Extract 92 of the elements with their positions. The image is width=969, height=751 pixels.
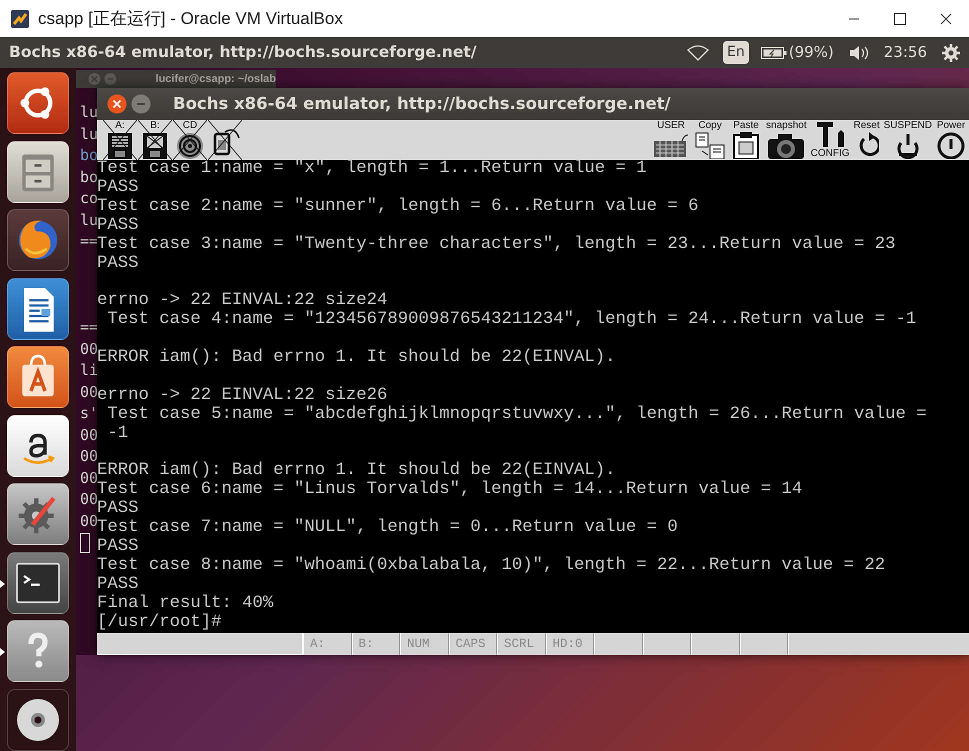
status-cell: B: (352, 633, 400, 655)
screen-line: PASS (97, 178, 138, 198)
screen-line: Test case 4:name = "123456789009876543211234", length = 24...Return value = -1 (106, 311, 916, 330)
toolbar-button[interactable]: Reset (852, 120, 881, 160)
battery-icon[interactable] (760, 46, 787, 60)
disc-icon (174, 131, 206, 159)
status-cell: HD:0 (546, 633, 594, 655)
status-cell (740, 633, 788, 655)
keyboard-indicator[interactable]: En (723, 41, 749, 64)
terminal-line: 00 (80, 424, 98, 446)
toolbar-button[interactable]: Copy (693, 120, 728, 160)
toolbar-button[interactable]: Paste (729, 120, 764, 160)
screen-line: Test case 5:name = "abcdefghijklmnopqrstuvwxy...", length = 26...Return value = (106, 406, 927, 425)
camera-icon (766, 131, 806, 159)
terminal-line: lu (80, 102, 98, 123)
screen-line: [/usr/root]# (97, 614, 222, 633)
screen-line: ERROR iam(): Bad errno 1. It should be 22(EINVAL). (97, 349, 616, 368)
screen-line: Test case 8:name = "whoami(0xbalabala, 10)", length = 22...Return value = 22 (97, 556, 886, 576)
running-indicator-icon (0, 648, 5, 656)
terminal-line: 00 (80, 382, 98, 402)
running-indicator-icon (0, 580, 5, 588)
toolbar-button[interactable]: B: (138, 120, 172, 160)
status-cell: SCRL (497, 633, 546, 655)
launcher-item[interactable] (7, 552, 69, 614)
window-title: lucifer@csapp: ~/oslab (156, 72, 276, 86)
status-cell: A: (303, 633, 352, 655)
status-cell (642, 633, 691, 655)
settings-icon[interactable] (941, 42, 961, 62)
status-cell (594, 633, 642, 655)
screen-line: PASS (97, 576, 138, 594)
toolbar-button[interactable]: snapshot (765, 120, 808, 160)
terminal-line: == (80, 317, 98, 338)
toolbar-button[interactable]: CONFIG (810, 120, 851, 160)
screen-line: PASS (97, 538, 138, 557)
screen-line: ERROR iam(): Bad errno 1. It should be 22(EINVAL). (97, 462, 616, 480)
window-title: Bochs x86-64 emulator, http://bochs.sourceforge.net/ (173, 92, 671, 115)
clock[interactable]: 23:56 (884, 41, 927, 64)
toolbar-button[interactable]: A: (103, 120, 137, 160)
status-cell: NUM (400, 633, 448, 655)
panel-title: Bochs x86-64 emulator, http://bochs.sourceforge.net/ (9, 42, 476, 63)
close-icon[interactable] (107, 94, 127, 114)
toolbar-button[interactable]: CD (173, 120, 207, 160)
battery-percent: (99%) (788, 42, 834, 64)
maximize-icon (894, 12, 906, 24)
terminal-line: co (80, 189, 98, 207)
terminal-line: 00 (80, 338, 98, 358)
launcher-item[interactable] (7, 414, 69, 477)
screen-line: PASS (97, 254, 138, 274)
screen-line: Final result: 40% (97, 594, 274, 614)
copy-icon (694, 131, 726, 159)
status-cell (691, 633, 740, 655)
terminal-line: bo (80, 168, 98, 186)
terminal-line: s' (80, 403, 98, 424)
terminal-line: 00 (80, 446, 98, 465)
toolbar-button[interactable] (208, 120, 242, 160)
launcher-item[interactable] (7, 483, 69, 546)
screen-line: PASS (97, 216, 138, 236)
terminal-line: 00 (80, 512, 98, 530)
launcher-item[interactable] (7, 72, 69, 134)
screen-line: Test case 7:name = "NULL", length = 0...Return value = 0 (97, 519, 678, 538)
launcher-item[interactable] (7, 346, 69, 408)
launcher-item[interactable] (7, 140, 69, 203)
terminal-line: lu (80, 124, 98, 144)
power-icon (936, 131, 966, 159)
screen-line: Test case 6:name = "Linus Torvalds", length = 14...Return value = 14 (97, 481, 802, 500)
toolbar-button[interactable]: Power (935, 120, 967, 160)
screen-line: errno -> 22 EINVAL:22 size24 (97, 292, 388, 310)
toolbar-button[interactable]: SUSPEND (882, 120, 933, 160)
window-title: csapp [正在运行] - Oracle VM VirtualBox (38, 8, 343, 30)
launcher-item[interactable] (7, 620, 69, 682)
terminal-line: == (80, 231, 98, 252)
terminal-line: bo (80, 145, 98, 164)
terminal-line: li (80, 361, 98, 381)
terminal-line: 00 (80, 490, 98, 508)
screen-line: PASS (97, 500, 138, 520)
wifi-icon[interactable] (687, 44, 709, 60)
tools-icon (815, 120, 846, 148)
launcher-item[interactable] (7, 209, 69, 272)
screen-line: -1 (106, 424, 128, 444)
launcher-item[interactable] (7, 688, 69, 751)
status-cell: CAPS (448, 633, 497, 655)
toolbar-button[interactable]: USER (651, 120, 692, 160)
launcher-item[interactable] (7, 278, 69, 340)
screen-line: Test case 2:name = "sunner", length = 6...Return value = 6 (97, 198, 698, 217)
terminal-line: 00 (80, 468, 98, 486)
volume-icon[interactable] (848, 44, 870, 60)
screen-line: errno -> 22 EINVAL:22 size26 (97, 386, 388, 406)
cursor-block (80, 533, 90, 553)
screen-line: Test case 3:name = "Twenty-three characters", length = 23...Return value = 23 (97, 236, 896, 255)
terminal-line: lu (80, 210, 98, 228)
close-icon (940, 12, 952, 24)
virtualbox-icon (10, 8, 30, 28)
